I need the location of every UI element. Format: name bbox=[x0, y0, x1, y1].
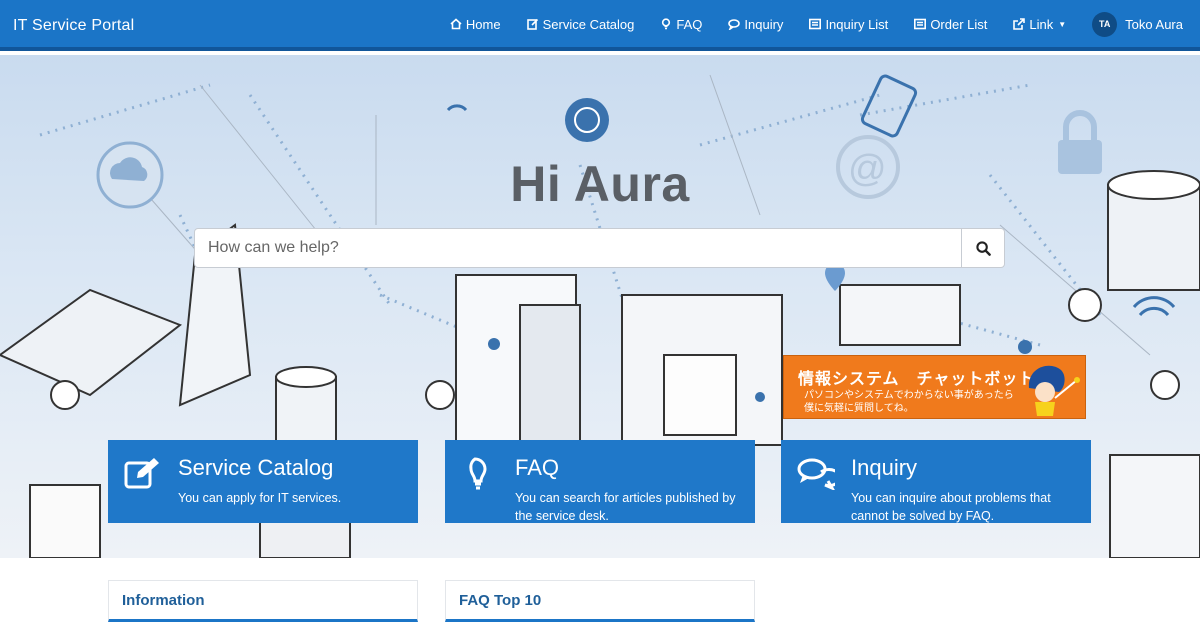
chatbot-mascot-icon bbox=[1028, 365, 1080, 416]
nav-inquiry-label: Inquiry bbox=[744, 16, 784, 32]
tile-faq[interactable]: FAQ You can search for articles publishe… bbox=[445, 440, 755, 523]
nav-home[interactable]: Home bbox=[437, 0, 514, 48]
list-icon bbox=[914, 18, 927, 30]
nav-faq-label: FAQ bbox=[676, 16, 703, 32]
tile-service-catalog-description: You can apply for IT services. bbox=[178, 491, 342, 505]
nav-home-label: Home bbox=[465, 16, 501, 32]
panel-faq-top-10: FAQ Top 10 bbox=[445, 580, 755, 622]
user-name: Toko Aura bbox=[1125, 16, 1183, 32]
list-icon bbox=[809, 18, 822, 30]
search-input[interactable] bbox=[195, 229, 961, 267]
tile-service-catalog-title: Service Catalog bbox=[178, 455, 334, 480]
hero-banner: @ Hi Aura How can we help? 情報システム チャットボッ… bbox=[0, 55, 1200, 558]
nav-order-list-label: Order List bbox=[930, 16, 988, 32]
chatbot-subtitle-line2: 僕に気軽に質問してね。 bbox=[804, 403, 914, 414]
chatbot-banner[interactable]: 情報システム チャットボット パソコンやシステムでわからない事があったら 僕に気… bbox=[783, 355, 1086, 419]
app-title[interactable]: IT Service Portal bbox=[13, 17, 134, 35]
nav-menu: Home Service Catalog FAQ Inquiry Inquiry… bbox=[437, 0, 1200, 48]
nav-service-catalog-label: Service Catalog bbox=[542, 16, 635, 32]
search-icon bbox=[975, 240, 991, 256]
edit-icon bbox=[526, 18, 538, 30]
tile-inquiry-description: You can inquire about problems that cann… bbox=[851, 491, 1051, 523]
lightbulb-icon bbox=[469, 457, 487, 490]
chatbot-subtitle: パソコンやシステムでわからない事があったら 僕に気軽に質問してね。 bbox=[804, 389, 1014, 415]
chatbot-title: 情報システム チャットボット bbox=[798, 371, 1036, 388]
tile-inquiry-title: Inquiry bbox=[851, 455, 918, 480]
panel-information-title: Information bbox=[122, 592, 205, 609]
nav-inquiry-list[interactable]: Inquiry List bbox=[796, 0, 901, 48]
nav-inquiry-list-label: Inquiry List bbox=[825, 16, 889, 32]
edit-icon bbox=[124, 458, 159, 489]
nav-service-catalog[interactable]: Service Catalog bbox=[514, 0, 648, 48]
chatbot-subtitle-line1: パソコンやシステムでわからない事があったら bbox=[804, 390, 1014, 401]
chevron-down-icon: ▼ bbox=[1058, 19, 1067, 29]
user-menu[interactable]: TA Toko Aura bbox=[1079, 0, 1200, 48]
nav-faq[interactable]: FAQ bbox=[647, 0, 715, 48]
chat-icon bbox=[797, 458, 835, 490]
search-button[interactable] bbox=[961, 229, 1004, 267]
nav-link-label: Link bbox=[1029, 16, 1054, 32]
hero-greeting: Hi Aura bbox=[510, 156, 690, 212]
panel-information: Information bbox=[108, 580, 418, 622]
lightbulb-icon bbox=[662, 18, 671, 30]
tile-faq-title: FAQ bbox=[515, 455, 560, 480]
panel-faq-top-10-title: FAQ Top 10 bbox=[459, 592, 542, 609]
tile-service-catalog[interactable]: Service Catalog You can apply for IT ser… bbox=[108, 440, 418, 523]
avatar: TA bbox=[1092, 11, 1118, 37]
external-link-icon bbox=[1013, 18, 1026, 30]
nav-inquiry[interactable]: Inquiry bbox=[715, 0, 796, 48]
nav-order-list[interactable]: Order List bbox=[901, 0, 1000, 48]
search-bar bbox=[194, 228, 1005, 268]
top-navbar: IT Service Portal Home Service Catalog F… bbox=[0, 0, 1200, 51]
nav-link-dropdown[interactable]: Link ▼ bbox=[1000, 0, 1079, 48]
chat-icon bbox=[728, 19, 741, 30]
home-icon bbox=[450, 18, 462, 30]
tile-inquiry[interactable]: Inquiry You can inquire about problems t… bbox=[781, 440, 1091, 523]
tile-faq-description: You can search for articles published by… bbox=[515, 491, 736, 523]
